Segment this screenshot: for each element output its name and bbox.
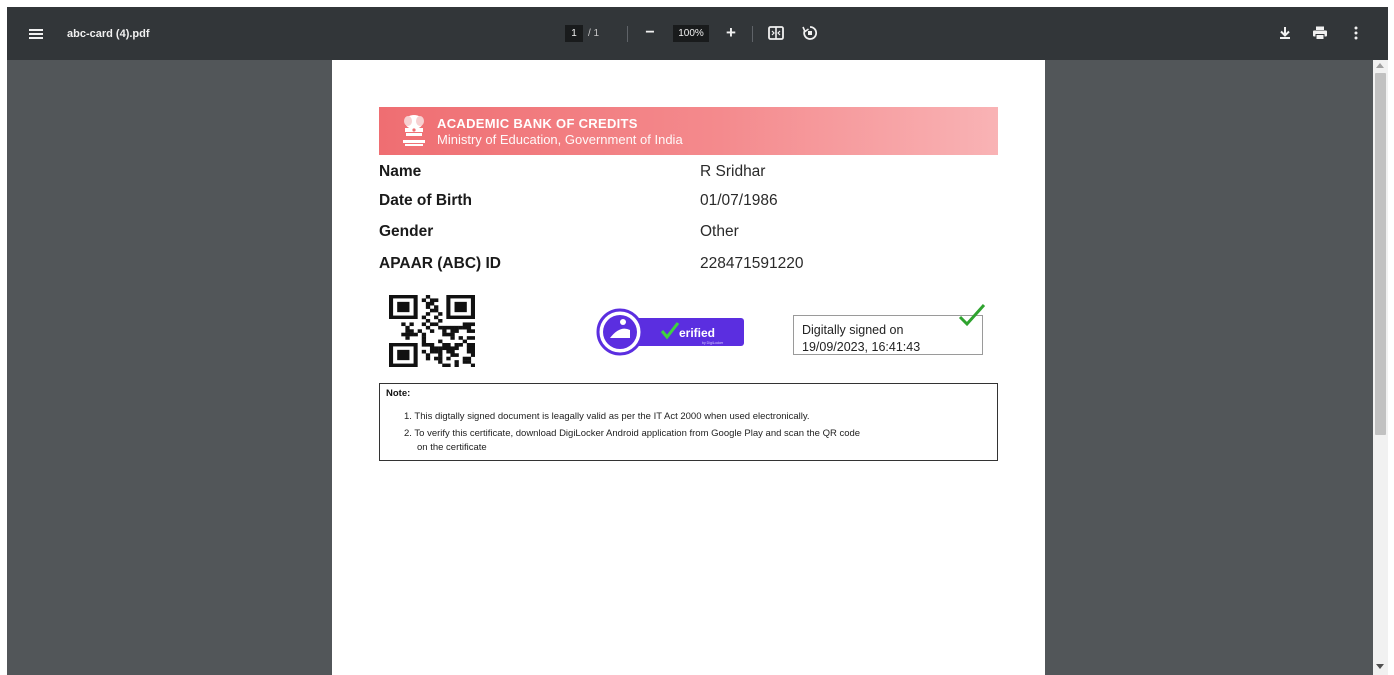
fit-page-icon: [768, 26, 784, 40]
menu-button[interactable]: [25, 23, 47, 45]
zoom-out-button[interactable]: −: [640, 23, 660, 43]
zoom-input[interactable]: 100%: [673, 25, 709, 42]
field-label: Gender: [379, 223, 434, 240]
verified-badge-text: erified: [679, 326, 715, 340]
download-button[interactable]: [1275, 23, 1295, 43]
menu-icon: [29, 33, 43, 35]
check-icon: [958, 303, 986, 327]
banner-title: ACADEMIC BANK OF CREDITS: [437, 116, 638, 131]
zoom-in-button[interactable]: +: [721, 22, 741, 44]
scroll-down-arrow-icon[interactable]: [1376, 664, 1384, 669]
field-label: Name: [379, 163, 422, 180]
digilocker-verified-badge-icon: erified by DigiLocker: [596, 308, 744, 356]
note-line: 2. To verify this certificate, download …: [404, 428, 861, 439]
pdf-page: ACADEMIC BANK OF CREDITS Ministry of Edu…: [332, 60, 1045, 675]
more-options-button[interactable]: [1346, 23, 1366, 43]
rotate-icon: [802, 26, 818, 40]
abc-banner: ACADEMIC BANK OF CREDITS Ministry of Edu…: [379, 107, 998, 155]
viewer-toolbar: abc-card (4).pdf 1 / 1 − 100% +: [7, 7, 1388, 60]
fit-page-button[interactable]: [766, 23, 786, 43]
file-title: abc-card (4).pdf: [67, 28, 150, 40]
note-box: Note: 1. This digtally signed document i…: [379, 383, 998, 461]
page-number-input[interactable]: 1: [565, 25, 583, 42]
scroll-thumb[interactable]: [1375, 73, 1386, 435]
more-vert-icon: [1354, 26, 1358, 40]
qr-code-icon: [389, 295, 475, 367]
print-button[interactable]: [1310, 23, 1330, 43]
scroll-up-arrow-icon[interactable]: [1376, 63, 1384, 68]
page-total: / 1: [588, 28, 600, 39]
field-value: R Sridhar: [700, 163, 766, 180]
verified-badge-subtext: by DigiLocker: [702, 341, 724, 345]
field-value: 01/07/1986: [700, 192, 778, 209]
digital-signature-box: Digitally signed on 19/09/2023, 16:41:43: [793, 303, 986, 355]
vertical-scrollbar[interactable]: [1373, 60, 1388, 675]
toolbar-divider: [752, 26, 753, 42]
toolbar-divider: [627, 26, 628, 42]
national-emblem-icon: [403, 115, 425, 146]
pdf-viewer: abc-card (4).pdf 1 / 1 − 100% + ACADEMIC…: [7, 7, 1388, 675]
download-icon: [1280, 27, 1290, 39]
note-line: 1. This digtally signed document is leag…: [404, 411, 810, 422]
field-value: 228471591220: [700, 255, 804, 272]
field-label: APAAR (ABC) ID: [379, 255, 501, 272]
field-value: Other: [700, 223, 739, 240]
banner-subtitle: Ministry of Education, Government of Ind…: [437, 132, 683, 147]
note-title: Note:: [386, 388, 411, 399]
print-icon: [1313, 26, 1327, 40]
rotate-button[interactable]: [800, 23, 820, 43]
note-line: on the certificate: [417, 442, 487, 453]
signature-text: Digitally signed on 19/09/2023, 16:41:43: [802, 323, 921, 354]
field-label: Date of Birth: [379, 192, 472, 209]
